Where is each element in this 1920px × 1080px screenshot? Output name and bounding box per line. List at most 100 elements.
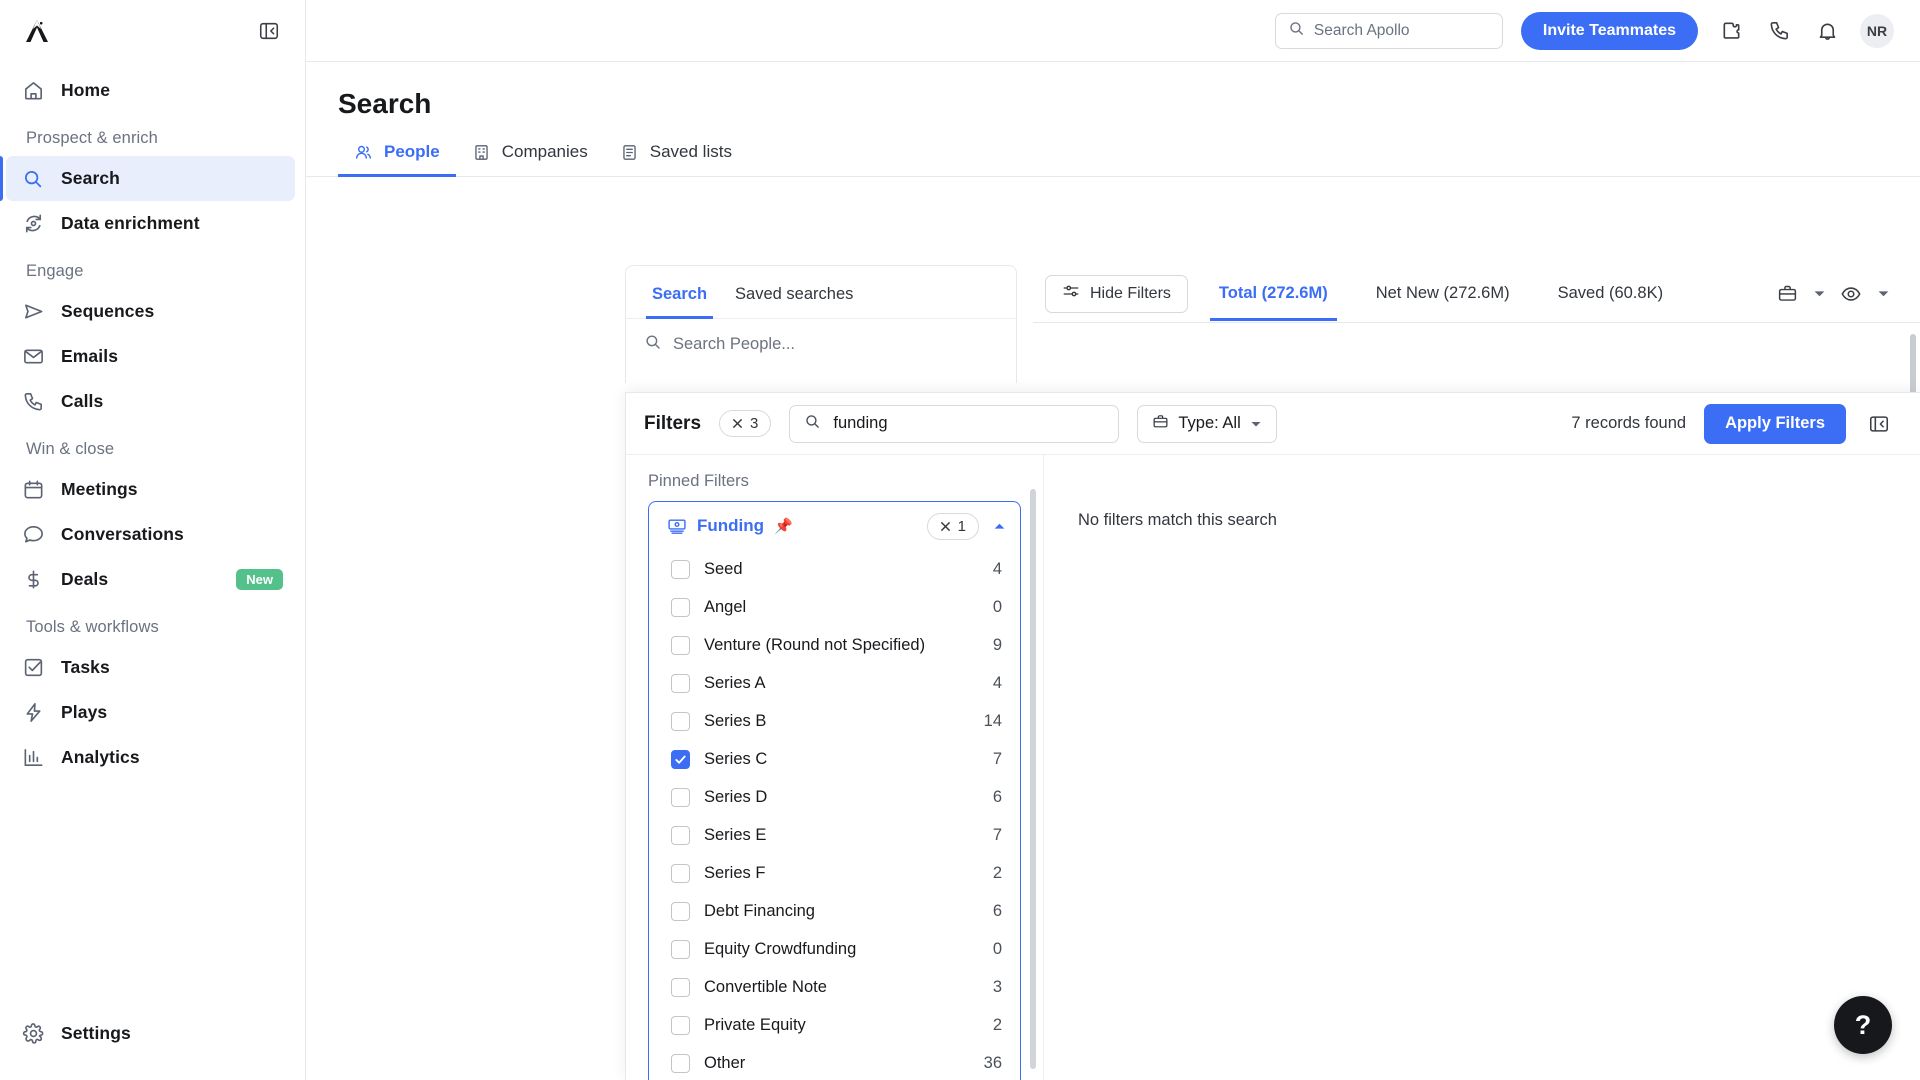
briefcase-icon[interactable] — [1770, 277, 1804, 311]
avatar[interactable]: NR — [1860, 13, 1894, 48]
chevron-down-icon[interactable] — [1808, 277, 1830, 311]
puzzle-icon[interactable] — [1716, 16, 1746, 46]
checkbox[interactable] — [671, 825, 690, 845]
filter-sliders-icon — [1062, 282, 1080, 305]
sidebar-item-data-enrichment[interactable]: Data enrichment — [6, 201, 295, 246]
filter-option-row[interactable]: Debt Financing 6 — [649, 892, 1020, 930]
close-icon — [732, 418, 743, 429]
filter-option-row[interactable]: Series E 7 — [649, 816, 1020, 854]
filter-option-label: Private Equity — [704, 1015, 806, 1034]
results-tab-total[interactable]: Total (272.6M) — [1202, 266, 1345, 321]
tab-people[interactable]: People — [338, 142, 456, 177]
sidebar-item-settings[interactable]: Settings — [6, 1011, 295, 1056]
results-toolbar-actions — [1770, 277, 1894, 311]
sidebar-item-tasks[interactable]: Tasks — [6, 645, 295, 690]
type-filter-select[interactable]: Type: All — [1137, 404, 1277, 443]
eye-icon[interactable] — [1834, 277, 1868, 311]
checkbox[interactable] — [671, 1053, 690, 1073]
sidebar-item-sequences[interactable]: Sequences — [6, 289, 295, 334]
checkbox[interactable] — [671, 1015, 690, 1035]
chevron-up-icon[interactable] — [989, 520, 1006, 533]
pin-icon[interactable]: 📌 — [774, 517, 793, 535]
checkbox[interactable] — [671, 787, 690, 807]
filter-option-count: 6 — [992, 901, 1002, 920]
bell-icon[interactable] — [1812, 16, 1842, 46]
sidebar-item-search[interactable]: Search — [0, 156, 295, 201]
filter-option-row[interactable]: Equity Crowdfunding 0 — [649, 930, 1020, 968]
checkbox[interactable] — [671, 559, 690, 579]
filters-search-input[interactable]: funding — [789, 404, 1120, 443]
tab-label: Companies — [501, 142, 588, 161]
filter-option-row[interactable]: Seed 4 — [649, 550, 1020, 588]
checkbox[interactable] — [671, 673, 690, 693]
search-apollo-input[interactable]: Search Apollo — [1274, 12, 1503, 49]
home-icon — [21, 79, 45, 103]
checkbox[interactable] — [671, 939, 690, 959]
sidebar-collapse-button[interactable] — [255, 17, 283, 45]
filter-option-row[interactable]: Series D 6 — [649, 778, 1020, 816]
sidebar-item-label: Home — [61, 80, 111, 100]
sidebar-item-conversations[interactable]: Conversations — [6, 512, 295, 557]
filters-detail-pane: No filters match this search — [1044, 455, 1920, 1080]
filter-option-row[interactable]: Series F 2 — [649, 854, 1020, 892]
filters-list-scrollbar[interactable] — [1030, 489, 1036, 1069]
filter-card-title: Funding — [697, 516, 765, 535]
tab-saved-searches[interactable]: Saved searches — [721, 266, 867, 318]
results-tab-net-new[interactable]: Net New (272.6M) — [1359, 266, 1527, 321]
apollo-logo[interactable] — [22, 14, 56, 48]
sidebar-group-label-engage: Engage — [26, 262, 84, 280]
checkbox[interactable] — [671, 749, 690, 769]
filter-option-count: 0 — [992, 597, 1002, 616]
sidebar-item-home[interactable]: Home — [6, 68, 295, 113]
filters-modal-body: Pinned Filters Funding 📌 1 Seed 4 Angel … — [626, 455, 1920, 1080]
search-people-input[interactable]: Search People... — [626, 319, 1016, 370]
checkbox[interactable] — [671, 711, 690, 731]
main-area: Search Apollo Invite Teammates NR Search — [306, 0, 1920, 1080]
filter-option-row[interactable]: Venture (Round not Specified) 9 — [649, 626, 1020, 664]
filter-option-row[interactable]: Convertible Note 3 — [649, 968, 1020, 1006]
filter-option-row[interactable]: Series B 14 — [649, 702, 1020, 740]
filter-card-clear-chip[interactable]: 1 — [926, 512, 979, 540]
tab-saved-lists[interactable]: Saved lists — [604, 142, 748, 176]
chevron-down-icon — [1251, 421, 1261, 426]
filter-option-label: Series C — [704, 749, 768, 768]
checkbox[interactable] — [671, 597, 690, 617]
panel-collapse-icon[interactable] — [1864, 409, 1894, 439]
clear-filters-chip[interactable]: 3 — [719, 410, 772, 437]
checkbox[interactable] — [671, 863, 690, 883]
pinned-filters-label: Pinned Filters — [648, 472, 749, 490]
tab-companies[interactable]: Companies — [456, 142, 604, 176]
filter-option-count: 4 — [992, 673, 1002, 692]
type-filter-label: Type: All — [1178, 414, 1241, 432]
help-button[interactable]: ? — [1834, 996, 1892, 1054]
filter-option-row[interactable]: Private Equity 2 — [649, 1006, 1020, 1044]
filter-option-row[interactable]: Series C 7 — [649, 740, 1020, 778]
checkbox[interactable] — [671, 977, 690, 997]
close-icon — [940, 521, 950, 531]
sidebar-item-plays[interactable]: Plays — [6, 690, 295, 735]
apply-filters-button[interactable]: Apply Filters — [1704, 403, 1846, 444]
filter-option-row[interactable]: Angel 0 — [649, 588, 1020, 626]
checkbox[interactable] — [671, 635, 690, 655]
sidebar-item-calls[interactable]: Calls — [6, 379, 295, 424]
filter-card-header[interactable]: Funding 📌 1 — [649, 502, 1020, 550]
filter-option-count: 4 — [992, 559, 1002, 578]
hide-filters-button[interactable]: Hide Filters — [1045, 274, 1188, 313]
sidebar-item-analytics[interactable]: Analytics — [6, 735, 295, 780]
sidebar-item-meetings[interactable]: Meetings — [6, 467, 295, 512]
page-content: Search People Companies Saved lists Sear… — [306, 62, 1920, 1080]
status-badge-new: New — [236, 569, 283, 590]
filter-option-row[interactable]: Other 36 — [649, 1044, 1020, 1080]
filter-options-list: Seed 4 Angel 0 Venture (Round not Specif… — [649, 550, 1020, 1080]
tab-search[interactable]: Search — [638, 266, 721, 319]
invite-teammates-button[interactable]: Invite Teammates — [1520, 11, 1698, 50]
chevron-down-icon[interactable] — [1872, 277, 1894, 311]
filter-option-row[interactable]: Series A 4 — [649, 664, 1020, 702]
sidebar-item-emails[interactable]: Emails — [6, 334, 295, 379]
checkbox[interactable] — [671, 901, 690, 921]
phone-icon[interactable] — [1764, 16, 1794, 46]
results-tab-saved[interactable]: Saved (60.8K) — [1541, 266, 1680, 321]
filters-title: Filters — [644, 412, 702, 434]
sidebar-item-deals[interactable]: Deals New — [6, 557, 295, 602]
search-icon — [21, 167, 45, 191]
